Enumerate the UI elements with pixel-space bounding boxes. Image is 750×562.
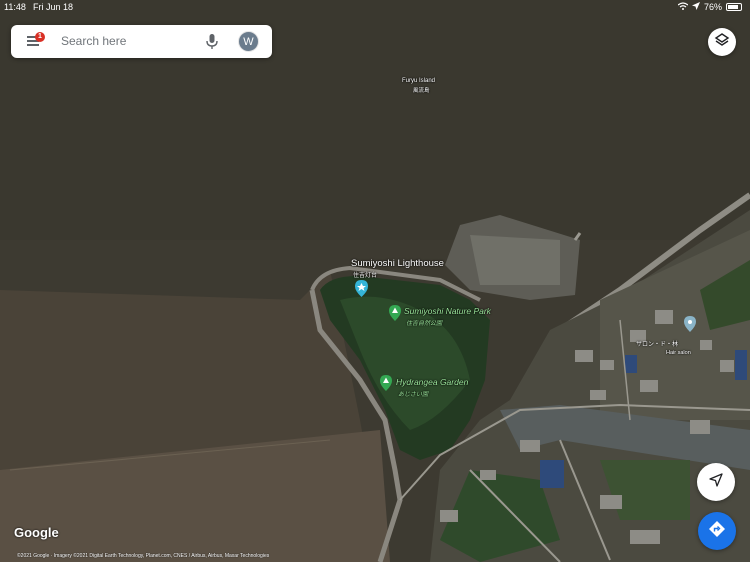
salon-pin-icon[interactable] (684, 316, 696, 337)
layers-button[interactable] (708, 28, 736, 56)
layers-icon (714, 32, 730, 53)
hydrangea-label[interactable]: Hydrangea Garden (396, 377, 468, 387)
location-services-icon (691, 2, 700, 12)
lighthouse-label[interactable]: Sumiyoshi Lighthouse (351, 258, 444, 269)
salon-label[interactable]: サロン・ド・林 (636, 339, 678, 348)
furyu-island-label-jp: 風流島 (413, 88, 430, 94)
my-location-button[interactable] (697, 463, 735, 501)
nature-park-label[interactable]: Sumiyoshi Nature Park (404, 306, 491, 316)
status-time: 11:48 (4, 2, 26, 12)
directions-button[interactable] (698, 512, 736, 550)
menu-button[interactable]: 1 (25, 31, 47, 51)
hydrangea-pin-icon[interactable] (380, 375, 392, 396)
satellite-map[interactable] (0, 0, 750, 562)
battery-percentage: 76% (703, 2, 722, 12)
status-date: Fri Jun 18 (33, 2, 74, 12)
hydrangea-label-jp: あじさい園 (398, 392, 429, 398)
search-input[interactable]: Search here (61, 34, 126, 48)
google-logo: Google (14, 525, 59, 540)
location-arrow-icon (709, 472, 723, 492)
map-attribution[interactable]: ©2021 Google · Imagery ©2021 Digital Ear… (17, 553, 269, 559)
account-avatar[interactable]: W (238, 31, 259, 52)
directions-icon (708, 520, 726, 543)
furyu-island-label[interactable]: Furyu Island (402, 78, 435, 84)
lighthouse-label-jp: 住吉灯台 (353, 273, 378, 279)
nature-park-label-jp: 住吉自然公園 (406, 321, 443, 327)
lighthouse-pin-icon[interactable] (355, 280, 368, 302)
search-bar[interactable]: 1 Search here W (11, 25, 272, 58)
notification-badge: 1 (35, 32, 45, 42)
wifi-icon (677, 2, 689, 12)
status-bar: 11:48 Fri Jun 18 76% (0, 0, 750, 16)
nature-park-pin-icon[interactable] (389, 305, 401, 326)
status-indicators: 76% (677, 2, 742, 12)
salon-sublabel: Hair salon (666, 350, 691, 356)
mic-icon[interactable] (205, 33, 219, 50)
battery-icon (726, 3, 742, 11)
